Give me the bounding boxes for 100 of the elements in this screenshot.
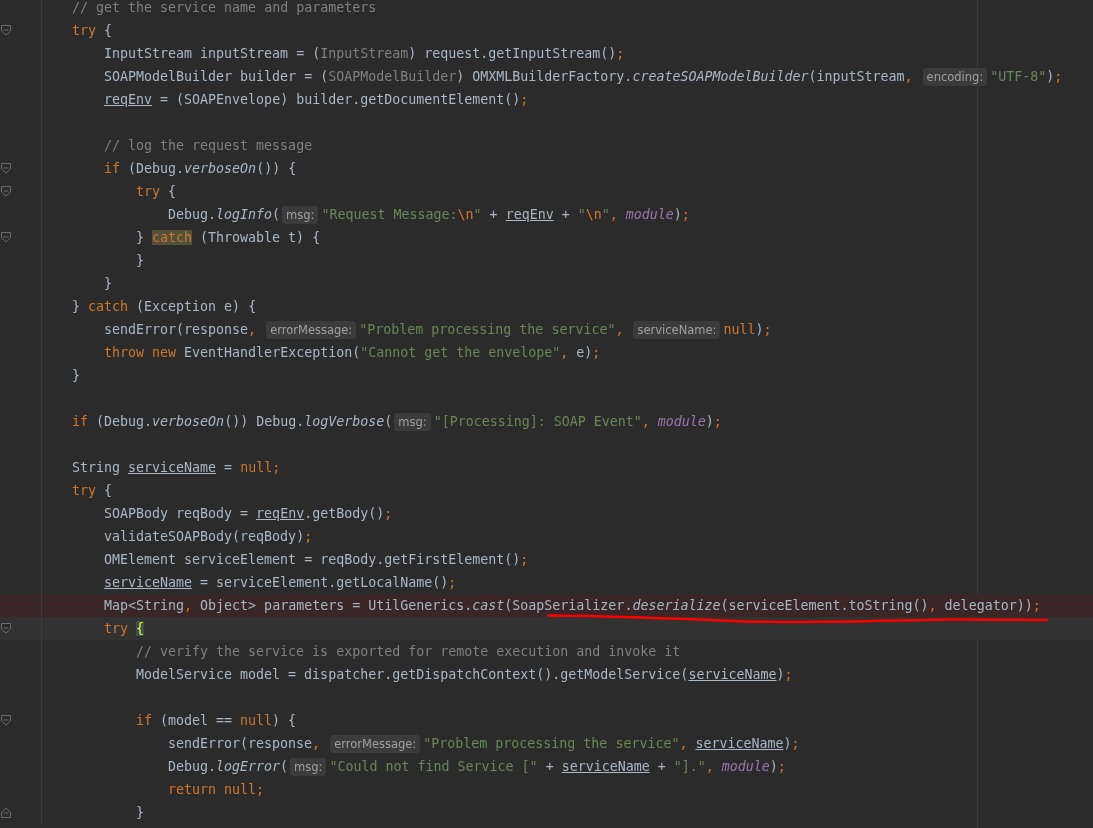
fold-icon[interactable] <box>1 623 11 634</box>
code-text: SOAPModelBuilder builder = ( <box>104 69 329 84</box>
keyword: null <box>240 460 273 475</box>
code-text: ) <box>705 414 714 429</box>
string-literal: "Request Message: <box>321 207 458 222</box>
code-text: (SoapSerializer. <box>504 598 633 613</box>
punctuation: , <box>705 759 715 774</box>
code-text: (Throwable t) { <box>199 230 321 245</box>
code-text: ) request.getInputStream() <box>408 46 617 61</box>
matched-brace: { <box>136 621 145 636</box>
keyword: null <box>723 322 756 337</box>
keyword: try <box>72 483 97 498</box>
parameter-hint: errorMessage: <box>330 734 421 753</box>
keyword: if <box>104 161 120 176</box>
keyword: try <box>104 621 129 636</box>
keyword: return null <box>168 782 257 797</box>
code-text: (serviceElement.toString() <box>720 598 929 613</box>
code-text: .getBody() <box>304 506 385 521</box>
code-comment: // log the request message <box>104 138 313 153</box>
code-text: (Exception e) { <box>135 299 257 314</box>
code-text: + <box>488 207 499 222</box>
parameter-hint: msg: <box>394 412 431 431</box>
punctuation: ; <box>616 46 625 61</box>
punctuation: , <box>248 322 258 337</box>
string-literal: "[Processing]: SOAP Event" <box>433 414 642 429</box>
code-text: ()) Debug. <box>224 414 305 429</box>
method-name: logError <box>216 759 281 774</box>
field-name: module <box>657 414 706 429</box>
parameter-hint: serviceName: <box>633 320 721 339</box>
method-name: deserialize <box>632 598 721 613</box>
fold-icon[interactable] <box>1 186 11 197</box>
code-text: ) <box>673 207 682 222</box>
parameter-hint: errorMessage: <box>266 320 357 339</box>
punctuation: , <box>560 345 570 360</box>
code-text: = (SOAPEnvelope) builder.getDocumentElement() <box>159 92 521 107</box>
parameter-hint: encoding: <box>922 67 988 86</box>
code-text: Debug. <box>168 759 217 774</box>
code-text: delegator)) <box>944 598 1033 613</box>
code-text: } <box>136 253 144 268</box>
punctuation: ; <box>763 322 772 337</box>
code-text: ( <box>384 414 393 429</box>
code-text: validateSOAPBody(reqBody) <box>104 529 305 544</box>
method-name: verboseOn <box>184 161 257 176</box>
variable-name: serviceName <box>695 736 784 751</box>
method-name: logInfo <box>216 207 273 222</box>
keyword: throw new <box>104 345 177 360</box>
punctuation: ; <box>784 667 793 682</box>
punctuation: ; <box>681 207 690 222</box>
string-literal: " <box>577 207 586 222</box>
string-literal: " <box>473 207 482 222</box>
string-literal: "Problem processing the service" <box>359 322 616 337</box>
code-text: e) <box>576 345 593 360</box>
string-literal: "Problem processing the service" <box>423 736 680 751</box>
code-text: { <box>103 23 113 38</box>
fold-icon[interactable] <box>1 715 11 726</box>
variable-name: reqEnv <box>256 506 305 521</box>
code-text: ( <box>272 207 281 222</box>
punctuation: , <box>615 322 625 337</box>
fold-icon[interactable] <box>1 807 11 818</box>
escape-sequence: \n <box>585 207 602 222</box>
code-text: ) <box>755 322 764 337</box>
keyword: try <box>72 23 97 38</box>
code-text: Debug. <box>168 207 217 222</box>
punctuation: ; <box>520 552 529 567</box>
parameter-hint: msg: <box>290 757 327 776</box>
keyword: if <box>72 414 88 429</box>
punctuation: ; <box>272 460 281 475</box>
punctuation: , <box>609 207 619 222</box>
punctuation: ; <box>777 759 786 774</box>
punctuation: ; <box>304 529 313 544</box>
code-text: (Debug. <box>127 161 185 176</box>
code-text: ) <box>783 736 792 751</box>
keyword: if <box>136 713 152 728</box>
fold-icon[interactable] <box>1 163 11 174</box>
variable-name: serviceName <box>128 460 217 475</box>
code-text: InputStream inputStream = ( <box>104 46 321 61</box>
method-name: verboseOn <box>152 414 225 429</box>
punctuation: , <box>679 736 689 751</box>
code-text: ) <box>776 667 785 682</box>
code-text: } <box>136 230 145 245</box>
code-text: (model == <box>159 713 234 728</box>
punctuation: ; <box>791 736 800 751</box>
punctuation: ; <box>1032 598 1041 613</box>
code-text: + <box>544 759 555 774</box>
punctuation: ; <box>520 92 529 107</box>
variable-name: serviceName <box>104 575 193 590</box>
code-text: String <box>72 460 122 475</box>
method-name: createSOAPModelBuilder <box>632 69 809 84</box>
punctuation: ; <box>256 782 265 797</box>
string-literal: "Could not find Service [" <box>329 759 538 774</box>
keyword: null <box>240 713 273 728</box>
code-text: sendError(response <box>168 736 313 751</box>
code-text: (Debug. <box>95 414 153 429</box>
punctuation: , <box>184 598 194 613</box>
code-text: (inputStream <box>808 69 905 84</box>
escape-sequence: \n <box>457 207 474 222</box>
code-text: = <box>223 460 234 475</box>
type-name: SOAPModelBuilder <box>328 69 457 84</box>
fold-icon[interactable] <box>1 232 11 243</box>
fold-icon[interactable] <box>1 25 11 36</box>
